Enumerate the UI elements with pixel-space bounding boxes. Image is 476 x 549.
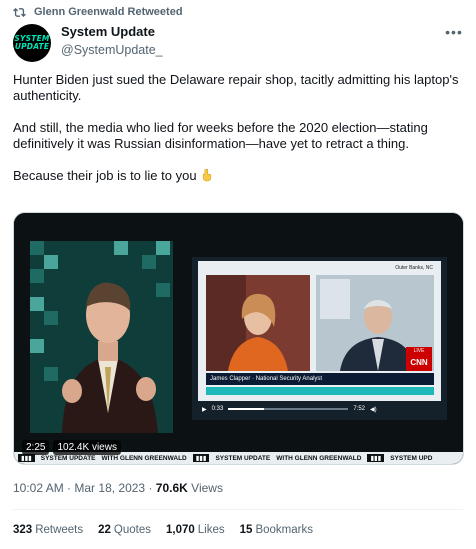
pointing-down-emoji-icon (200, 168, 214, 182)
tweet-paragraph: Hunter Biden just sued the Delaware repa… (13, 72, 459, 103)
tweet-time[interactable]: 10:02 AM (13, 481, 64, 495)
views-label: Views (191, 481, 223, 495)
more-options-button[interactable]: ••• (444, 24, 464, 40)
tweet-paragraph: Because their job is to lie to you (13, 168, 463, 184)
author-block: System Update @SystemUpdate_ (61, 24, 163, 58)
likes-stat[interactable]: 1,070 Likes (166, 523, 225, 537)
video-views: 102.4K views (53, 440, 121, 455)
lower-third-sub (206, 387, 434, 395)
more-icon: ••• (445, 24, 463, 40)
host-figure (62, 282, 158, 433)
avatar-logo: SYSTEM UPDATE (14, 34, 50, 51)
host-video-panel (30, 241, 173, 433)
divider (13, 509, 463, 510)
location-label: Outer Banks, NC (395, 265, 433, 271)
retweet-indicator[interactable]: Glenn Greenwald Retweeted (13, 5, 183, 19)
author-handle[interactable]: @SystemUpdate_ (61, 42, 163, 58)
embedded-player-controls: ▶ 0:33 7:52 ◀) (198, 403, 441, 415)
retweets-stat[interactable]: 323 Retweets (13, 523, 83, 537)
bookmarks-stat[interactable]: 15 Bookmarks (240, 523, 313, 537)
progress-fill (228, 408, 265, 410)
engagement-stats: 323 Retweets 22 Quotes 1,070 Likes 15 Bookma… (13, 523, 313, 537)
tweet-paragraph: And still, the media who lied for weeks … (13, 120, 428, 151)
retweet-label: Glenn Greenwald Retweeted (34, 6, 183, 18)
video-player[interactable]: Outer Banks, NC LIVE CNN James Clapper ·… (13, 212, 464, 465)
tweet-meta: 10:02 AM · Mar 18, 2023 · 70.6K Views (13, 481, 223, 495)
video-duration: 2:25 (22, 440, 50, 455)
author-display-name[interactable]: System Update (61, 24, 163, 40)
views-count: 70.6K (155, 481, 188, 495)
live-badge: LIVE (406, 347, 432, 355)
tweet-date[interactable]: Mar 18, 2023 (74, 481, 145, 495)
retweet-icon (13, 6, 26, 19)
tweet-text: Hunter Biden just sued the Delaware repa… (13, 72, 463, 184)
video-stats: 2:25 102.4K views (22, 440, 121, 455)
cnn-logo: CNN (406, 355, 432, 371)
cnn-clip-panel: Outer Banks, NC LIVE CNN James Clapper ·… (192, 257, 447, 420)
progress-track (228, 408, 349, 410)
volume-icon: ◀) (370, 406, 377, 413)
player-time-end: 7:52 (353, 406, 365, 412)
avatar[interactable]: SYSTEM UPDATE (13, 24, 51, 62)
tweet-paragraph-text: Because their job is to lie to you (13, 168, 197, 183)
play-icon: ▶ (202, 406, 207, 413)
quotes-stat[interactable]: 22 Quotes (98, 523, 151, 537)
player-time: 0:33 (211, 406, 224, 412)
lower-third: James Clapper · National Security Analys… (206, 373, 434, 385)
anchor-shot (206, 275, 310, 371)
